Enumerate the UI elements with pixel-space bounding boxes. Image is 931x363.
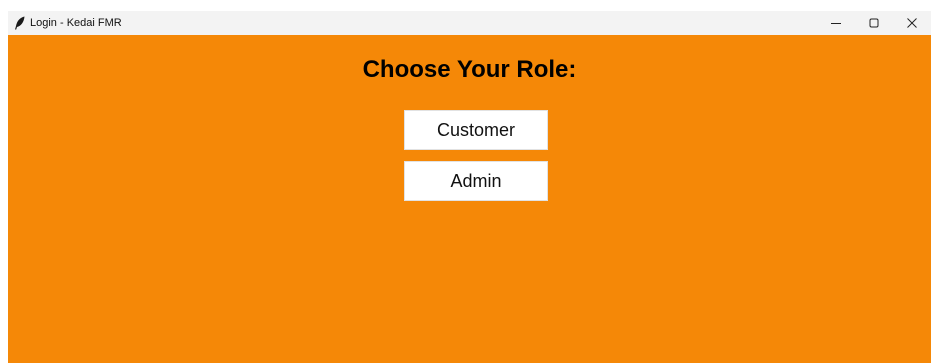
close-icon[interactable] bbox=[893, 11, 931, 35]
feather-icon bbox=[12, 15, 28, 31]
window-controls bbox=[817, 11, 931, 35]
page-title: Choose Your Role: bbox=[362, 56, 577, 83]
app-window: Login - Kedai FMR Choose Your Role: Cust… bbox=[8, 11, 931, 363]
role-selection-panel: Choose Your Role: Customer Admin bbox=[8, 35, 931, 363]
title-bar[interactable]: Login - Kedai FMR bbox=[8, 11, 931, 35]
customer-button[interactable]: Customer bbox=[404, 110, 548, 150]
minimize-icon[interactable] bbox=[817, 11, 855, 35]
maximize-icon[interactable] bbox=[855, 11, 893, 35]
window-title: Login - Kedai FMR bbox=[30, 17, 122, 29]
admin-button[interactable]: Admin bbox=[404, 161, 548, 201]
